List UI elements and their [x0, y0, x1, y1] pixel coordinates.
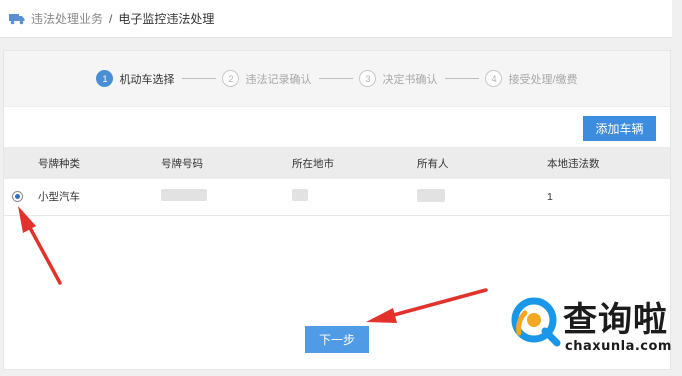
chaxunla-logo-icon [511, 297, 561, 347]
step-connector [319, 78, 354, 79]
step-progress: 1 机动车选择 2 违法记录确认 3 决定书确认 4 接受处理/缴费 [4, 51, 670, 107]
table-toolbar: 添加车辆 [4, 107, 670, 147]
truck-icon [9, 13, 25, 24]
step-1: 1 机动车选择 [96, 70, 174, 87]
header-plate-type: 号牌种类 [38, 157, 80, 170]
step-label: 机动车选择 [119, 73, 175, 86]
violation-count-cell: 1 [547, 190, 553, 203]
breadcrumb-current: 电子监控违法处理 [118, 12, 215, 26]
step-number: 2 [222, 70, 240, 87]
vehicle-table: 号牌种类 号牌号码 所在地市 所有人 本地违法数 小型汽车 1 [4, 147, 670, 216]
step-connector [182, 78, 217, 79]
step-2: 2 违法记录确认 [222, 70, 311, 87]
watermark-name: 查询啦 [563, 300, 668, 340]
table-header-row: 号牌种类 号牌号码 所在地市 所有人 本地违法数 [4, 147, 670, 179]
step-number: 1 [96, 70, 114, 87]
redacted-city [292, 189, 308, 202]
header-plate-number: 号牌号码 [161, 157, 203, 170]
plate-type-cell: 小型汽车 [38, 191, 80, 204]
select-cell [4, 179, 38, 215]
breadcrumb: 违法处理业务 / 电子监控违法处理 [0, 0, 672, 38]
plate-number-cell [161, 179, 292, 215]
breadcrumb-parent-link[interactable]: 违法处理业务 [31, 10, 103, 27]
city-cell [292, 179, 417, 215]
redacted-plate-number [161, 189, 207, 202]
step-number: 4 [485, 70, 503, 87]
step-3: 3 决定书确认 [359, 70, 437, 87]
step-label: 决定书确认 [382, 73, 438, 86]
watermark: 查询啦 chaxunla.com [507, 290, 677, 360]
step-number: 3 [359, 70, 377, 87]
header-violation-count: 本地违法数 [547, 157, 600, 170]
breadcrumb-separator: / [109, 11, 113, 26]
radio-selected-dot [15, 194, 20, 200]
owner-cell [417, 179, 547, 215]
header-owner: 所有人 [417, 157, 449, 170]
step-label: 接受处理/缴费 [508, 73, 578, 86]
watermark-domain: chaxunla.com [565, 339, 672, 354]
header-select [4, 147, 38, 179]
header-city: 所在地市 [292, 157, 334, 170]
step-connector [445, 78, 480, 79]
table-row[interactable]: 小型汽车 1 [4, 179, 670, 215]
vehicle-radio[interactable] [12, 191, 23, 203]
add-vehicle-button[interactable]: 添加车辆 [583, 116, 656, 141]
step-label: 违法记录确认 [245, 73, 312, 86]
step-4: 4 接受处理/缴费 [485, 70, 578, 87]
next-step-button[interactable]: 下一步 [305, 326, 369, 353]
redacted-owner [417, 188, 445, 202]
